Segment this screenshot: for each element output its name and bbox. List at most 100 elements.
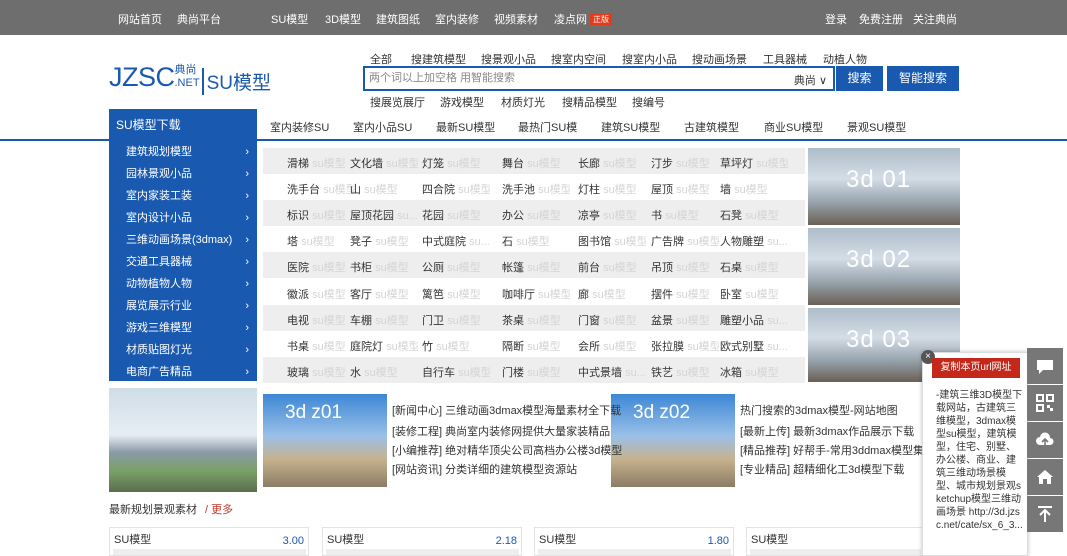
tag-link[interactable]: 会所 su模型 [578, 338, 646, 354]
news-link[interactable]: 热门搜索的3dmax模型-网站地图 [740, 402, 898, 418]
tag-link[interactable]: 屋顶花园 su... [350, 207, 418, 223]
nav-item-building-su[interactable]: 建筑SU模型 [601, 119, 660, 135]
featured-image[interactable] [109, 388, 257, 492]
search-tab-all[interactable]: 全部 [370, 51, 392, 67]
back-to-top-icon[interactable] [1027, 496, 1063, 532]
category-item[interactable]: 园林景观小品 › [109, 163, 257, 185]
search-link-game[interactable]: 游戏模型 [440, 94, 484, 110]
tag-link[interactable]: 洗手台 su模型 [287, 181, 355, 197]
chat-icon[interactable] [1027, 348, 1063, 384]
tag-link[interactable]: 灯柱 su模型 [578, 181, 646, 197]
tag-link[interactable]: 草坪灯 su模型 [720, 155, 788, 171]
tag-link[interactable]: 盆景 su模型 [651, 312, 719, 328]
thumb-3d-02[interactable]: 3d 02 [808, 228, 960, 305]
search-tab-tools[interactable]: 工具器械 [763, 51, 807, 67]
news-link[interactable]: [装修工程] 典尚室内装修网提供大量家装精品 [392, 423, 610, 439]
topnav-platform-link[interactable]: 典尚平台 [177, 11, 221, 27]
tag-link[interactable]: 客厅 su模型 [350, 286, 418, 302]
news-link[interactable]: [网站资讯] 分类详细的建筑模型资源站 [392, 461, 577, 477]
tag-link[interactable]: 咖啡厅 su模型 [502, 286, 570, 302]
search-tab-landscape[interactable]: 搜景观小品 [481, 51, 536, 67]
category-item[interactable]: 游戏三维模型 › [109, 317, 257, 339]
category-item[interactable]: 展览展示行业 › [109, 295, 257, 317]
news-link[interactable]: [专业精品] 超精细化工3d模型下载 [740, 461, 904, 477]
news-link[interactable]: [最新上传] 最新3dmax作品展示下载 [740, 423, 914, 439]
tag-link[interactable]: 塔 su模型 [287, 233, 355, 249]
topnav-su-link[interactable]: SU模型 [271, 11, 308, 27]
category-item[interactable]: 动物植物人物 › [109, 273, 257, 295]
category-item[interactable]: 建筑规划模型 › [109, 141, 257, 163]
search-tab-interior-props[interactable]: 搜室内小品 [622, 51, 677, 67]
more-link[interactable]: / 更多 [205, 504, 233, 516]
site-logo[interactable]: JZSC典尚 .NET SU模型 [109, 62, 271, 95]
tag-link[interactable]: 石桌 su模型 [720, 259, 788, 275]
news-link[interactable]: [新闻中心] 三维动画3dmax模型海量素材全下载 [392, 402, 621, 418]
tag-link[interactable]: 车棚 su模型 [350, 312, 418, 328]
tag-link[interactable]: 书柜 su模型 [350, 259, 418, 275]
tag-link[interactable]: 石 su模型 [502, 233, 570, 249]
model-card[interactable]: SU模型 3.00 [109, 527, 309, 556]
search-link-material[interactable]: 材质灯光 [501, 94, 545, 110]
tag-link[interactable]: 标识 su模型 [287, 207, 355, 223]
search-tab-people[interactable]: 动植人物 [823, 51, 867, 67]
tag-link[interactable]: 廊 su模型 [578, 286, 646, 302]
nav-item-interior-props-su[interactable]: 室内小品SU [353, 119, 412, 135]
tag-link[interactable]: 篱笆 su模型 [422, 286, 490, 302]
tag-link[interactable]: 帐篷 su模型 [502, 259, 570, 275]
tag-link[interactable]: 冰箱 su模型 [720, 364, 788, 380]
news-image-z02[interactable]: 3d z02 [611, 394, 735, 487]
tag-link[interactable]: 屋顶 su模型 [651, 181, 719, 197]
nav-item-commercial-su[interactable]: 商业SU模型 [764, 119, 823, 135]
search-link-premium[interactable]: 搜精品模型 [562, 94, 617, 110]
category-item[interactable]: 电商广告精品 › [109, 361, 257, 383]
tag-link[interactable]: 汀步 su模型 [651, 155, 719, 171]
topnav-drawings-link[interactable]: 建筑图纸 [376, 11, 420, 27]
tag-link[interactable]: 摆件 su模型 [651, 286, 719, 302]
tag-link[interactable]: 雕塑小品 su... [720, 312, 788, 328]
tag-link[interactable]: 茶桌 su模型 [502, 312, 570, 328]
topnav-interior-link[interactable]: 室内装修 [435, 11, 479, 27]
tag-link[interactable]: 水 su模型 [350, 364, 418, 380]
home-icon[interactable] [1027, 459, 1063, 495]
tag-link[interactable]: 竹 su模型 [422, 338, 490, 354]
register-link[interactable]: 免费注册 [859, 11, 903, 27]
search-tab-interior-space[interactable]: 搜室内空间 [551, 51, 606, 67]
tag-link[interactable]: 中式庭院 su... [422, 233, 490, 249]
tag-link[interactable]: 人物雕塑 su... [720, 233, 788, 249]
follow-link[interactable]: 关注典尚 [913, 11, 957, 27]
tag-link[interactable]: 四合院 su模型 [422, 181, 490, 197]
topnav-lingdian-link[interactable]: 凌点网 正版 [554, 11, 612, 27]
search-link-code[interactable]: 搜编号 [632, 94, 665, 110]
category-item[interactable]: 材质贴图灯光 › [109, 339, 257, 361]
nav-item-hot-su[interactable]: 最热门SU模 [518, 119, 577, 135]
nav-item-interior-su[interactable]: 室内装修SU [270, 119, 329, 135]
tag-link[interactable]: 铁艺 su模型 [651, 364, 719, 380]
tag-link[interactable]: 图书馆 su模型 [578, 233, 646, 249]
tag-link[interactable]: 门窗 su模型 [578, 312, 646, 328]
tag-link[interactable]: 洗手池 su模型 [502, 181, 570, 197]
model-card[interactable]: SU模型 2.18 [322, 527, 522, 556]
login-link[interactable]: 登录 [825, 11, 847, 27]
tag-link[interactable]: 文化墙 su模型 [350, 155, 418, 171]
tag-link[interactable]: 滑梯 su模型 [287, 155, 355, 171]
tag-link[interactable]: 电视 su模型 [287, 312, 355, 328]
tag-link[interactable]: 书 su模型 [651, 207, 719, 223]
tag-link[interactable]: 门卫 su模型 [422, 312, 490, 328]
category-item[interactable]: 室内设计小品 › [109, 207, 257, 229]
smart-search-button[interactable]: 智能搜索 [887, 66, 959, 91]
news-link[interactable]: [小编推荐] 绝对精华顶尖公司高档办公楼3d模型 [392, 442, 622, 458]
topnav-home-link[interactable]: 网站首页 [118, 11, 162, 27]
tag-link[interactable]: 欧式别墅 su... [720, 338, 788, 354]
tag-link[interactable]: 长廊 su模型 [578, 155, 646, 171]
tag-link[interactable]: 玻璃 su模型 [287, 364, 355, 380]
model-card[interactable]: SU模型 1.80 [534, 527, 734, 556]
thumb-3d-01[interactable]: 3d 01 [808, 148, 960, 225]
tag-link[interactable]: 山 su模型 [350, 181, 418, 197]
tag-link[interactable]: 花园 su模型 [422, 207, 490, 223]
category-item[interactable]: 三维动画场景(3dmax) › [109, 229, 257, 251]
tag-link[interactable]: 公厕 su模型 [422, 259, 490, 275]
tag-link[interactable]: 隔断 su模型 [502, 338, 570, 354]
tag-link[interactable]: 凉亭 su模型 [578, 207, 646, 223]
tag-link[interactable]: 医院 su模型 [287, 259, 355, 275]
tag-link[interactable]: 前台 su模型 [578, 259, 646, 275]
